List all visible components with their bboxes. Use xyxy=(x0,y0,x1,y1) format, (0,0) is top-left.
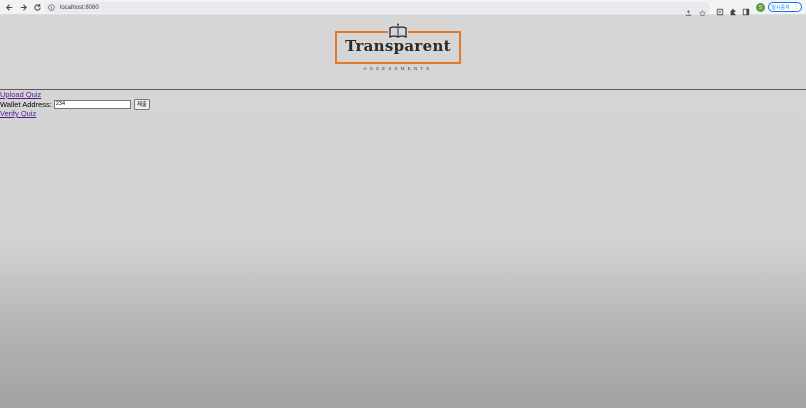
wallet-form: Wallet Address: 234 제출 xyxy=(0,98,150,110)
bookmark-star-icon[interactable] xyxy=(699,4,706,17)
pause-sync-button[interactable]: 일시중지 ⋮ xyxy=(768,2,802,12)
wallet-address-input[interactable]: 234 xyxy=(53,99,131,109)
forward-arrow-icon[interactable] xyxy=(17,1,29,13)
url-text: localhost:8080 xyxy=(60,4,99,11)
logo-title: Transparent xyxy=(345,37,451,55)
browser-toolbar: localhost:8080 S 일시중지 ⋮ xyxy=(0,0,806,17)
verify-quiz-link[interactable]: Verify Quiz xyxy=(0,109,150,118)
main-content: Upload Quiz Wallet Address: 234 제출 Verif… xyxy=(0,90,150,118)
side-panel-icon[interactable] xyxy=(742,3,750,16)
profile-avatar[interactable]: S xyxy=(756,3,765,12)
address-bar[interactable]: localhost:8080 xyxy=(44,2,710,17)
extension-shield-icon[interactable] xyxy=(716,3,724,16)
puzzle-extensions-icon[interactable] xyxy=(729,3,737,16)
pause-label: 일시중지 xyxy=(771,4,790,11)
share-icon[interactable] xyxy=(685,4,692,16)
reload-icon[interactable] xyxy=(31,1,43,13)
site-logo: Transparent ASSESSMENTS xyxy=(335,22,463,74)
upload-quiz-link[interactable]: Upload Quiz xyxy=(0,90,150,99)
wallet-address-label: Wallet Address: xyxy=(0,99,52,109)
info-icon[interactable] xyxy=(48,4,55,11)
logo-subtitle: ASSESSMENTS xyxy=(363,66,433,71)
submit-button[interactable]: 제출 xyxy=(133,98,150,110)
more-menu-icon[interactable]: ⋮ xyxy=(794,4,799,10)
back-arrow-icon[interactable] xyxy=(3,1,15,13)
